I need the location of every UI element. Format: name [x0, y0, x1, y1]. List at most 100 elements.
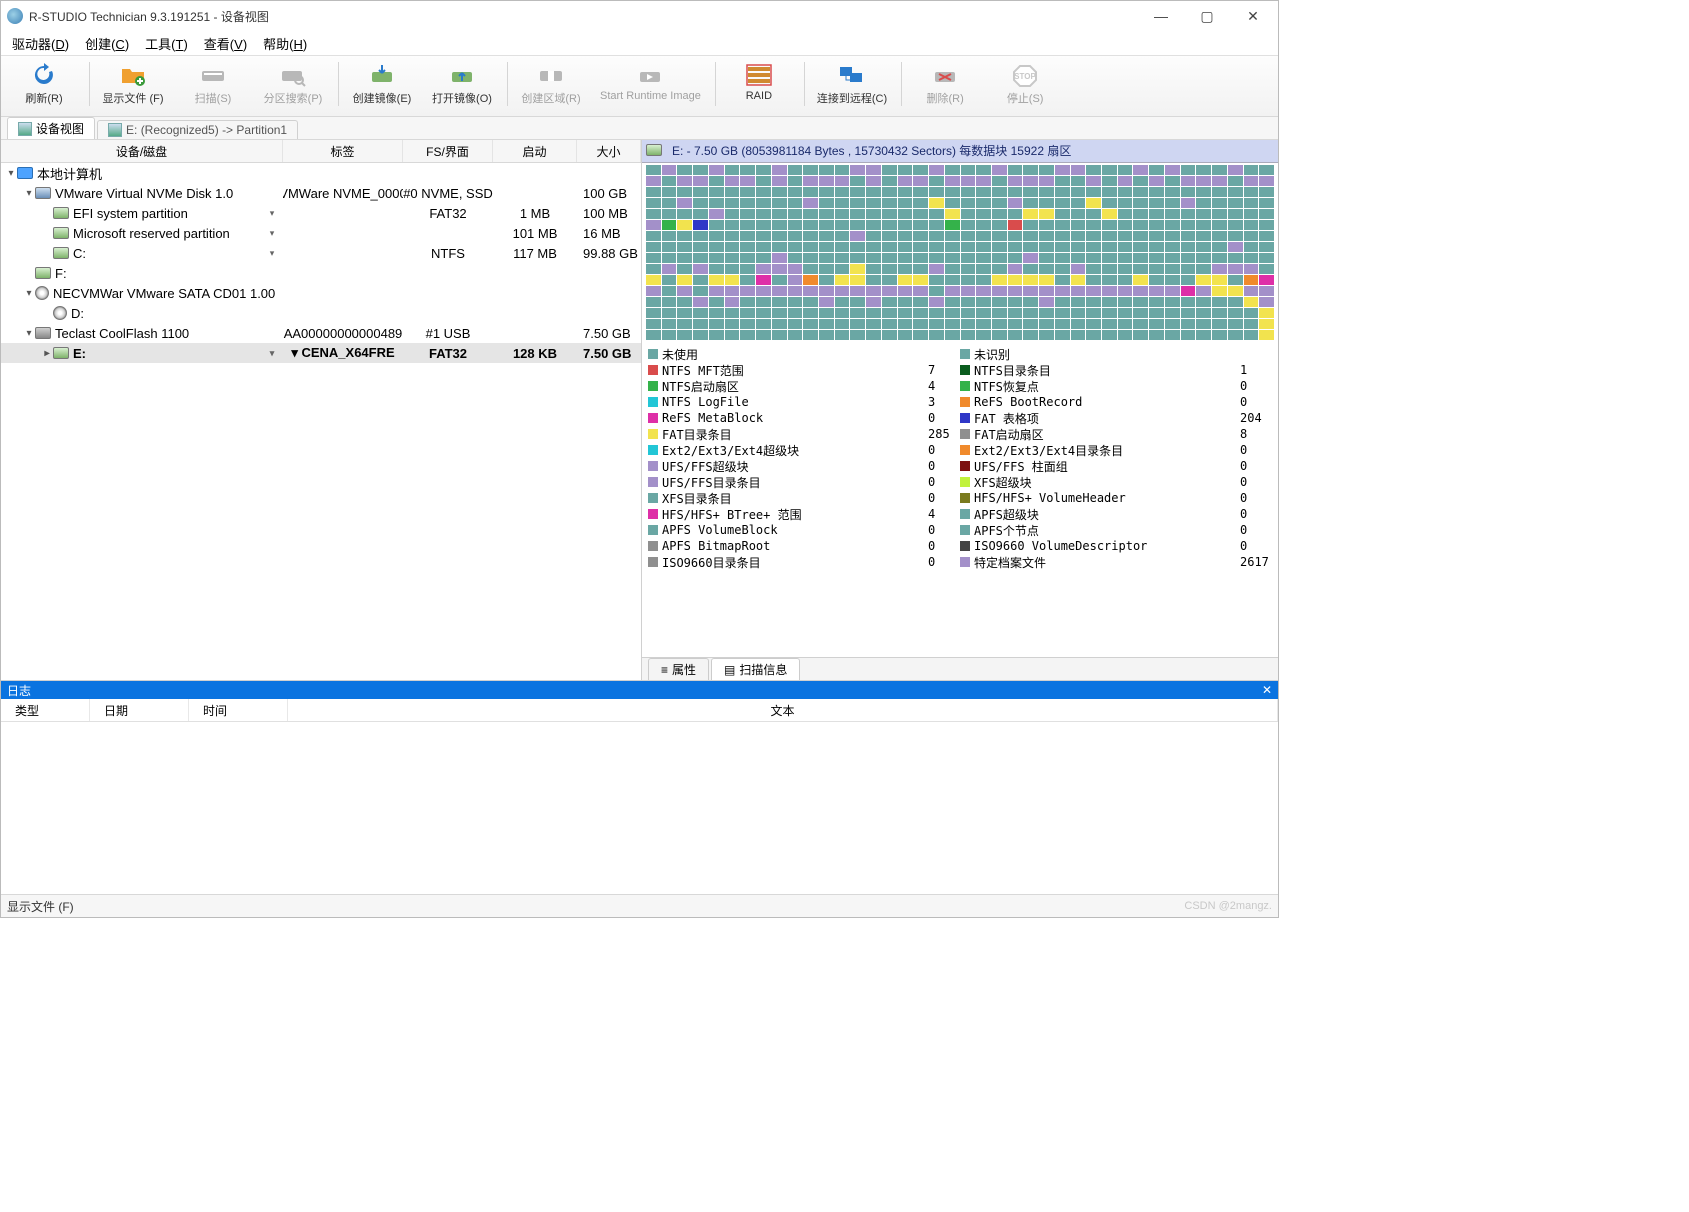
- menu-V[interactable]: 查看(V): [197, 32, 254, 55]
- legend-value: 0: [1240, 395, 1272, 409]
- legend-swatch: [960, 461, 970, 471]
- scan-cell: [1181, 253, 1196, 263]
- expand-icon[interactable]: ▾: [23, 328, 35, 339]
- scan-cell: [740, 187, 755, 197]
- scan-cell: [1086, 231, 1101, 241]
- scan-cell: [1196, 308, 1211, 318]
- legend-name: ReFS BootRecord: [974, 395, 1082, 409]
- device-tree-body[interactable]: ▾本地计算机▾VMware Virtual NVMe Disk 1.0VMWar…: [1, 163, 641, 680]
- dropdown-icon[interactable]: ▾: [267, 208, 277, 219]
- scan-cell: [1071, 264, 1086, 274]
- device-row[interactable]: C:▾NTFS117 MB99.88 GB: [1, 243, 641, 263]
- expand-icon[interactable]: ▸: [41, 348, 53, 359]
- scan-cell: [835, 330, 850, 340]
- toolbar-createimage-button[interactable]: 创建镜像(E): [343, 58, 421, 116]
- toolbar-runtimeimage-button: Start Runtime Image: [592, 58, 709, 116]
- scan-cell: [677, 209, 692, 219]
- legend-swatch: [960, 429, 970, 439]
- scan-cell: [1244, 319, 1259, 329]
- tab[interactable]: 设备视图: [7, 117, 95, 139]
- device-fs: [403, 223, 493, 243]
- scan-cell: [866, 297, 881, 307]
- toolbar-showfiles-button[interactable]: 显示文件 (F): [94, 58, 172, 116]
- scan-cell: [1102, 297, 1117, 307]
- scan-map[interactable]: [642, 163, 1278, 344]
- legend-row: ISO9660目录条目0: [648, 554, 960, 570]
- scan-cell: [1259, 165, 1274, 175]
- device-row[interactable]: F:: [1, 263, 641, 283]
- scan-cell: [819, 231, 834, 241]
- tab[interactable]: E: (Recognized5) -> Partition1: [97, 120, 298, 139]
- dropdown-icon[interactable]: ▾: [267, 248, 277, 259]
- minimize-button[interactable]: —: [1138, 1, 1184, 31]
- scan-cell: [693, 209, 708, 219]
- status-text: 显示文件 (F): [7, 898, 74, 915]
- col-header-name[interactable]: 设备/磁盘: [1, 140, 283, 162]
- legend-swatch: [960, 557, 970, 567]
- device-row[interactable]: ▸E:▾▾ CENA_X64FREFAT32128 KB7.50 GB: [1, 343, 641, 363]
- dropdown-icon[interactable]: ▾: [267, 228, 277, 239]
- scan-cell: [1023, 264, 1038, 274]
- legend-name: ISO9660 VolumeDescriptor: [974, 539, 1147, 553]
- col-header-start[interactable]: 启动: [493, 140, 577, 162]
- scan-cell: [1071, 165, 1086, 175]
- legend-row: 未使用: [648, 346, 960, 362]
- toolbar-raid-button[interactable]: RAID: [720, 58, 798, 116]
- menu-C[interactable]: 创建(C): [78, 32, 136, 55]
- menu-H[interactable]: 帮助(H): [256, 32, 314, 55]
- expand-icon[interactable]: ▾: [5, 168, 17, 179]
- col-header-label[interactable]: 标签: [283, 140, 403, 162]
- col-header-size[interactable]: 大小: [577, 140, 641, 162]
- log-col-date[interactable]: 日期: [90, 699, 189, 721]
- scan-cell: [756, 330, 771, 340]
- scan-cell: [1181, 275, 1196, 285]
- log-col-time[interactable]: 时间: [189, 699, 288, 721]
- scan-cell: [1039, 319, 1054, 329]
- expand-icon[interactable]: ▾: [23, 188, 35, 199]
- device-row[interactable]: D:: [1, 303, 641, 323]
- scan-cell: [803, 165, 818, 175]
- scan-cell: [835, 319, 850, 329]
- log-col-type[interactable]: 类型: [1, 699, 90, 721]
- scan-cell: [677, 308, 692, 318]
- scan-cell: [1102, 253, 1117, 263]
- legend-name: ReFS MetaBlock: [662, 411, 763, 425]
- scan-header-text: E: - 7.50 GB (8053981184 Bytes , 1573043…: [672, 142, 1071, 159]
- toolbar-refresh-button[interactable]: 刷新(R): [5, 58, 83, 116]
- toolbar-openimage-button[interactable]: 打开镜像(O): [423, 58, 501, 116]
- device-row[interactable]: ▾本地计算机: [1, 163, 641, 183]
- device-row[interactable]: ▾Teclast CoolFlash 1100AA00000000000489#…: [1, 323, 641, 343]
- log-body[interactable]: [1, 722, 1278, 894]
- scan-cell: [646, 264, 661, 274]
- right-tab[interactable]: ▤扫描信息: [711, 658, 800, 680]
- device-row[interactable]: ▾VMware Virtual NVMe Disk 1.0VMWare NVME…: [1, 183, 641, 203]
- toolbar-remote-button[interactable]: 连接到远程(C): [809, 58, 895, 116]
- close-button[interactable]: ✕: [1230, 1, 1276, 31]
- maximize-button[interactable]: ▢: [1184, 1, 1230, 31]
- log-col-text[interactable]: 文本: [288, 699, 1278, 721]
- log-close-icon[interactable]: ✕: [1262, 683, 1272, 697]
- menu-D[interactable]: 驱动器(D): [5, 32, 76, 55]
- dropdown-icon[interactable]: ▾: [267, 348, 277, 359]
- device-row[interactable]: Microsoft reserved partition▾101 MB16 MB: [1, 223, 641, 243]
- tab-icon: ≡: [661, 663, 668, 677]
- log-title-bar[interactable]: 日志 ✕: [1, 681, 1278, 699]
- legend-row: APFS VolumeBlock0: [648, 522, 960, 538]
- expand-icon[interactable]: ▾: [23, 288, 35, 299]
- scan-cell: [1071, 176, 1086, 186]
- device-row[interactable]: EFI system partition▾FAT321 MB100 MB: [1, 203, 641, 223]
- col-header-fs[interactable]: FS/界面: [403, 140, 493, 162]
- device-row[interactable]: ▾NECVMWar VMware SATA CD01 1.00: [1, 283, 641, 303]
- scan-cell: [1181, 330, 1196, 340]
- menu-T[interactable]: 工具(T): [138, 32, 195, 55]
- scan-cell: [1039, 264, 1054, 274]
- scan-cell: [1055, 264, 1070, 274]
- scan-cell: [709, 220, 724, 230]
- scan-cell: [1212, 209, 1227, 219]
- scan-cell: [1244, 253, 1259, 263]
- right-tab[interactable]: ≡属性: [648, 658, 709, 680]
- scan-cell: [1071, 275, 1086, 285]
- scan-cell: [913, 264, 928, 274]
- legend-swatch: [960, 365, 970, 375]
- scan-cell: [819, 242, 834, 252]
